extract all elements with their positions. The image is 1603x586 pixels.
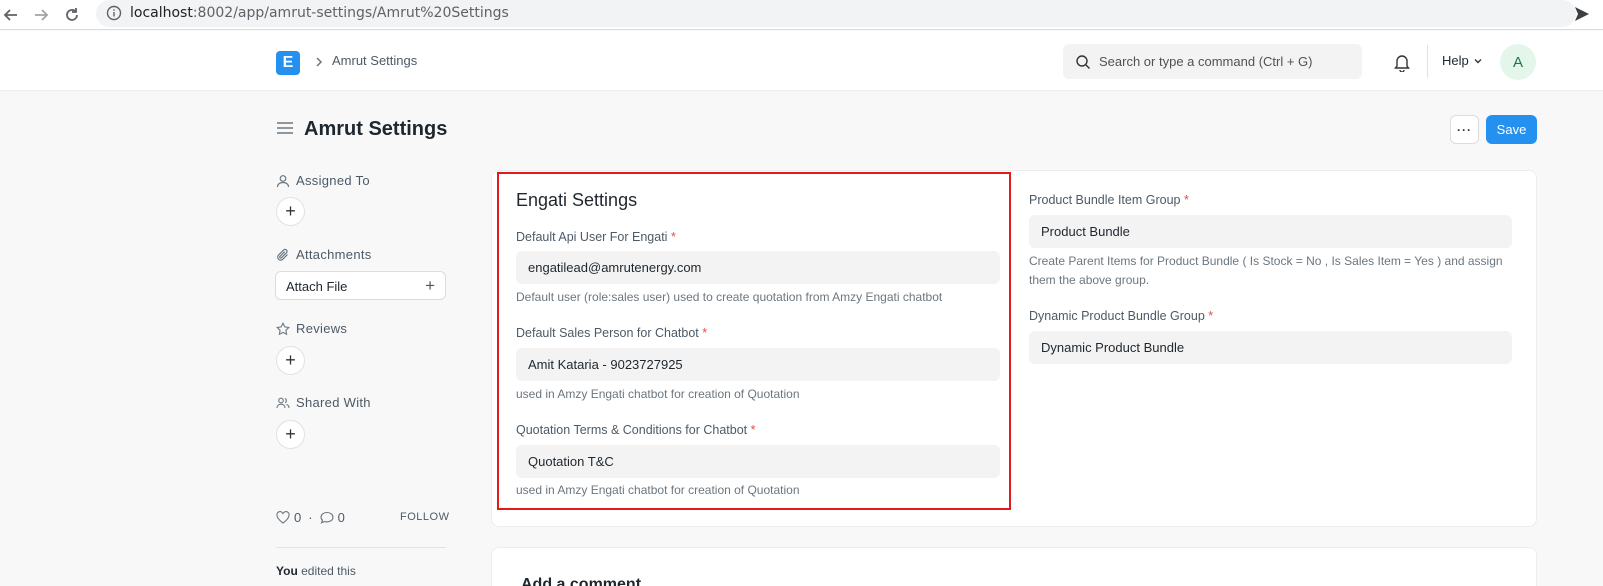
required-marker: * bbox=[750, 423, 756, 437]
field-description: used in Amzy Engati chatbot for creation… bbox=[516, 387, 800, 401]
attachments-text: Attachments bbox=[296, 247, 372, 262]
add-comment-title: Add a comment bbox=[521, 576, 642, 586]
page-title: Amrut Settings bbox=[304, 118, 448, 140]
send-icon[interactable] bbox=[1573, 5, 1593, 25]
help-label: Help bbox=[1442, 53, 1469, 68]
browser-toolbar: localhost:8002/app/amrut-settings/Amrut%… bbox=[0, 0, 1603, 30]
activity-entry: You edited this bbox=[276, 564, 356, 578]
required-marker: * bbox=[1183, 193, 1189, 207]
paperclip-icon bbox=[277, 248, 288, 261]
separator-dot: · bbox=[308, 510, 313, 525]
help-dropdown[interactable]: Help bbox=[1442, 53, 1483, 68]
url-path: :8002/app/amrut-settings/Amrut%20Setting… bbox=[192, 5, 509, 21]
save-button[interactable]: Save bbox=[1486, 115, 1537, 144]
comments-count: 0 bbox=[337, 510, 345, 525]
user-avatar[interactable]: A bbox=[1500, 44, 1536, 80]
back-arrow-icon[interactable] bbox=[0, 4, 22, 26]
field-label-default-sales-person: Default Sales Person for Chatbot * bbox=[516, 326, 707, 340]
field-label-text: Quotation Terms & Conditions for Chatbot bbox=[516, 423, 748, 437]
users-icon bbox=[276, 397, 290, 408]
field-description: Create Parent Items for Product Bundle (… bbox=[1029, 254, 1503, 287]
chevron-down-icon bbox=[1474, 58, 1482, 63]
address-bar[interactable]: localhost:8002/app/amrut-settings/Amrut%… bbox=[96, 0, 1576, 27]
field-label-text: Default Api User For Engati bbox=[516, 230, 668, 244]
user-icon bbox=[276, 174, 290, 187]
search-placeholder: Search or type a command (Ctrl + G) bbox=[1099, 54, 1313, 69]
forward-arrow-icon[interactable] bbox=[30, 4, 52, 26]
field-label-text: Product Bundle Item Group bbox=[1029, 193, 1181, 207]
likes-count: 0 bbox=[294, 510, 302, 525]
default-sales-person-input[interactable]: Amit Kataria - 9023727925 bbox=[516, 348, 1000, 381]
star-icon bbox=[276, 321, 290, 335]
field-description: used in Amzy Engati chatbot for creation… bbox=[516, 483, 800, 497]
chevron-right-icon bbox=[314, 55, 324, 69]
add-share-button[interactable]: + bbox=[276, 420, 305, 449]
field-label-dynamic-product-bundle-group: Dynamic Product Bundle Group * bbox=[1029, 309, 1213, 323]
activity-text: edited this bbox=[297, 564, 356, 578]
comment-icon bbox=[320, 511, 334, 524]
follow-button[interactable]: FOLLOW bbox=[400, 511, 449, 523]
search-icon bbox=[1075, 54, 1091, 70]
required-marker: * bbox=[670, 230, 676, 244]
field-label-quotation-terms: Quotation Terms & Conditions for Chatbot… bbox=[516, 423, 756, 437]
field-label-product-bundle-item-group: Product Bundle Item Group * bbox=[1029, 193, 1189, 207]
field-label-default-api-user: Default Api User For Engati * bbox=[516, 230, 676, 244]
app-logo[interactable]: E bbox=[276, 51, 300, 75]
add-review-button[interactable]: + bbox=[276, 346, 305, 375]
reviews-label: Reviews bbox=[276, 321, 347, 336]
sidebar-divider bbox=[276, 547, 446, 548]
search-bar[interactable]: Search or type a command (Ctrl + G) bbox=[1063, 44, 1362, 79]
shared-with-text: Shared With bbox=[296, 395, 371, 410]
field-description: Default user (role:sales user) used to c… bbox=[516, 290, 943, 304]
sidebar-toggle-icon[interactable] bbox=[276, 121, 294, 135]
field-label-text: Default Sales Person for Chatbot bbox=[516, 326, 699, 340]
url-host: localhost bbox=[130, 5, 193, 21]
url-text: localhost:8002/app/amrut-settings/Amrut%… bbox=[130, 5, 509, 21]
heart-icon[interactable] bbox=[276, 511, 290, 524]
activity-user: You bbox=[276, 564, 298, 578]
assigned-to-label: Assigned To bbox=[276, 173, 370, 188]
attach-file-button[interactable]: Attach File + bbox=[275, 271, 446, 300]
add-assignee-button[interactable]: + bbox=[276, 197, 305, 226]
more-actions-button[interactable]: ··· bbox=[1450, 115, 1479, 144]
header-divider bbox=[1427, 45, 1428, 78]
product-bundle-item-group-input[interactable]: Product Bundle bbox=[1029, 215, 1512, 248]
comment-card bbox=[491, 547, 1537, 586]
required-marker: * bbox=[702, 326, 708, 340]
field-label-text: Dynamic Product Bundle Group bbox=[1029, 309, 1205, 323]
reload-icon[interactable] bbox=[61, 4, 83, 26]
site-info-icon[interactable] bbox=[106, 5, 122, 21]
notification-bell-icon[interactable] bbox=[1393, 52, 1411, 73]
quotation-terms-input[interactable]: Quotation T&C bbox=[516, 445, 1000, 478]
reviews-text: Reviews bbox=[296, 321, 348, 336]
attach-file-label: Attach File bbox=[286, 279, 348, 294]
required-marker: * bbox=[1208, 309, 1214, 323]
default-api-user-input[interactable]: engatilead@amrutenergy.com bbox=[516, 251, 1000, 284]
section-title: Engati Settings bbox=[516, 190, 638, 210]
app-navbar: E Amrut Settings Search or type a comman… bbox=[0, 31, 1603, 91]
shared-with-label: Shared With bbox=[276, 395, 371, 410]
assigned-to-text: Assigned To bbox=[296, 173, 370, 188]
attachments-label: Attachments bbox=[276, 247, 372, 262]
breadcrumb-link[interactable]: Amrut Settings bbox=[332, 53, 417, 68]
dynamic-product-bundle-group-input[interactable]: Dynamic Product Bundle bbox=[1029, 331, 1512, 364]
likes-comments-counter: 0 · 0 bbox=[276, 510, 345, 525]
plus-icon: + bbox=[425, 276, 435, 295]
